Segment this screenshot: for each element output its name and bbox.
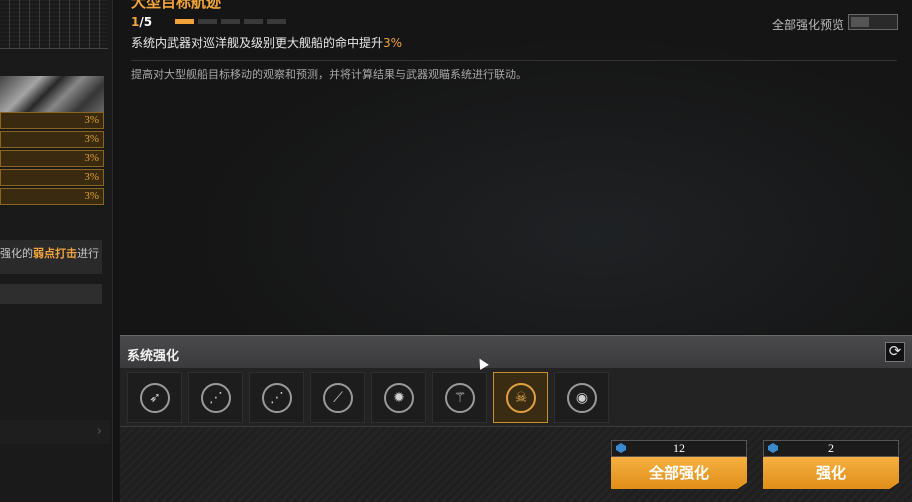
system-slot[interactable]: ⚚ bbox=[432, 372, 487, 423]
upgrade-label: 强化 bbox=[763, 457, 899, 489]
level-counter: 1/5 bbox=[131, 15, 152, 29]
left-bar[interactable] bbox=[0, 284, 102, 304]
guitar-icon: ⚚ bbox=[445, 383, 475, 413]
gem-icon bbox=[616, 443, 626, 453]
chevron-right-icon: › bbox=[96, 424, 102, 439]
level-pip bbox=[267, 19, 286, 24]
weapon-image bbox=[0, 76, 104, 112]
upgrade-all-label: 全部强化 bbox=[611, 457, 747, 489]
stat-row: 3% bbox=[0, 150, 104, 167]
module-description: 提高对大型舰船目标移动的观察和预测，并将计算结果与武器观瞄系统进行联动。 bbox=[131, 68, 527, 81]
gem-icon bbox=[768, 443, 778, 453]
stat-row: 3% bbox=[0, 188, 104, 205]
level-pips bbox=[175, 19, 286, 24]
radar-icon: ◉ bbox=[567, 383, 597, 413]
system-panel-title: 系统强化 bbox=[127, 349, 180, 364]
level-max: /5 bbox=[139, 15, 153, 29]
module-title: 大型目标航迹 bbox=[131, 0, 222, 11]
stat-list: 3% 3% 3% 3% 3% bbox=[0, 112, 104, 207]
stat-row: 3% bbox=[0, 169, 104, 186]
system-slot[interactable]: ⟋ bbox=[310, 372, 365, 423]
divider bbox=[131, 60, 897, 61]
shell-icon: ⟋ bbox=[323, 383, 353, 413]
stat-row: 3% bbox=[0, 131, 104, 148]
refresh-icon[interactable]: ⟳ bbox=[885, 342, 905, 362]
left-bottom-item[interactable]: › bbox=[0, 420, 110, 444]
left-description: 强化的弱点打击进行 bbox=[0, 240, 102, 274]
torpedo-icon: ⋰ bbox=[262, 383, 292, 413]
preview-toggle[interactable] bbox=[848, 14, 898, 30]
system-slot[interactable]: ☠ bbox=[493, 372, 548, 423]
missile-icon: ➶ bbox=[140, 383, 170, 413]
left-panel: 3% 3% 3% 3% 3% 强化的弱点打击进行 › bbox=[0, 0, 113, 502]
upgrade-button[interactable]: 2 强化 bbox=[763, 440, 899, 489]
left-graph bbox=[0, 0, 108, 49]
system-slot[interactable]: ➶ bbox=[127, 372, 182, 423]
system-slot[interactable]: ✹ bbox=[371, 372, 426, 423]
upgrade-all-cost: 12 bbox=[611, 440, 747, 457]
level-pip bbox=[221, 19, 240, 24]
system-slot[interactable]: ◉ bbox=[554, 372, 609, 423]
effect-description: 系统内武器对巡洋舰及级别更大舰船的命中提升 bbox=[131, 36, 384, 50]
level-pip bbox=[198, 19, 217, 24]
desc-highlight: 弱点打击 bbox=[33, 247, 77, 260]
preview-label: 全部强化预览 bbox=[772, 18, 845, 32]
cost-value: 12 bbox=[673, 441, 685, 455]
upgrade-cost: 2 bbox=[763, 440, 899, 457]
system-panel-header: 系统强化 ⟳ bbox=[120, 335, 912, 369]
stat-row: 3% bbox=[0, 112, 104, 129]
rockets-icon: ⋰ bbox=[201, 383, 231, 413]
desc-suffix: 进行 bbox=[77, 247, 99, 260]
lion-icon: ☠ bbox=[506, 383, 536, 413]
level-pip bbox=[175, 19, 194, 24]
system-slot[interactable]: ⋰ bbox=[249, 372, 304, 423]
upgrade-all-button[interactable]: 12 全部强化 bbox=[611, 440, 747, 489]
desc-prefix: 强化的 bbox=[0, 247, 33, 260]
level-pip bbox=[244, 19, 263, 24]
system-slots: ➶ ⋰ ⋰ ⟋ ✹ ⚚ ☠ ◉ bbox=[120, 368, 912, 427]
system-slot[interactable]: ⋰ bbox=[188, 372, 243, 423]
cost-value: 2 bbox=[828, 441, 834, 455]
burst-icon: ✹ bbox=[384, 383, 414, 413]
effect-text: 系统内武器对巡洋舰及级别更大舰船的命中提升3% bbox=[131, 34, 402, 51]
effect-value: 3% bbox=[383, 36, 403, 50]
